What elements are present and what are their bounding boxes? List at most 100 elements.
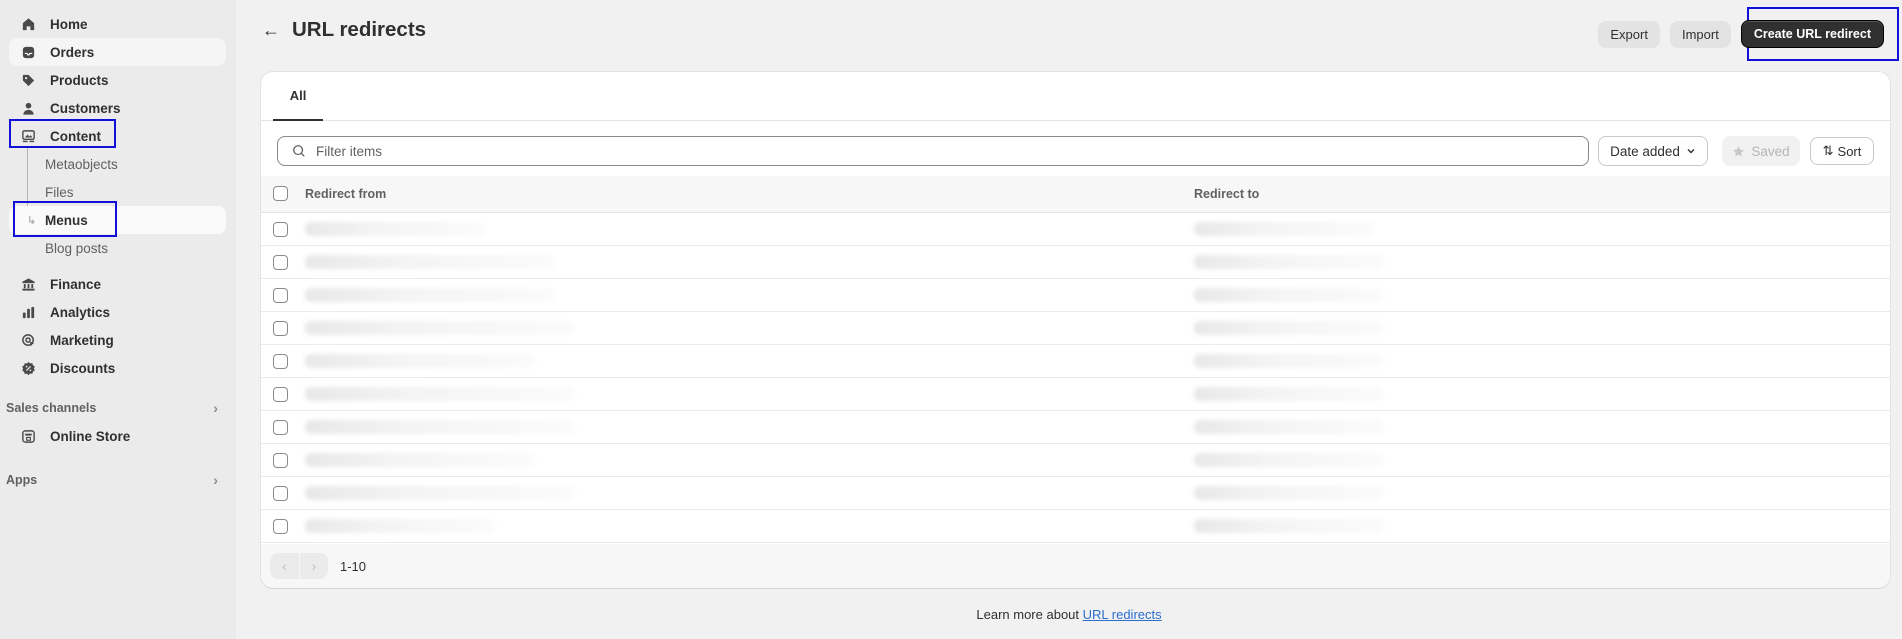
row-checkbox[interactable] <box>273 254 288 270</box>
table-row[interactable] <box>261 212 1890 245</box>
saved-button: Saved <box>1722 136 1800 166</box>
redirect-to-cell <box>1194 278 1890 311</box>
sidebar-item-online-store[interactable]: Online Store <box>9 422 226 450</box>
create-url-redirect-button[interactable]: Create URL redirect <box>1740 20 1884 48</box>
table-row[interactable] <box>261 278 1890 311</box>
tree-arrow-icon: ↳ <box>27 214 37 227</box>
export-button[interactable]: Export <box>1598 20 1660 48</box>
section-label: Apps <box>6 473 38 487</box>
table-row[interactable] <box>261 377 1890 410</box>
date-added-label: Date added <box>1610 143 1680 159</box>
redirect-from-cell <box>305 311 1194 344</box>
sidebar-item-products[interactable]: Products <box>9 66 226 94</box>
sidebar-item-label: Marketing <box>50 332 114 348</box>
redirect-to-cell <box>1194 443 1890 476</box>
row-checkbox[interactable] <box>273 287 288 303</box>
table-row[interactable] <box>261 509 1890 542</box>
redirect-to-cell <box>1194 377 1890 410</box>
date-added-select[interactable]: Date added <box>1598 136 1708 166</box>
row-checkbox[interactable] <box>273 221 288 237</box>
sidebar-item-files[interactable]: Files <box>9 178 226 206</box>
table-row[interactable] <box>261 245 1890 278</box>
target-icon <box>20 332 36 348</box>
row-checkbox[interactable] <box>273 485 288 501</box>
url-redirects-help-link[interactable]: URL redirects <box>1083 607 1162 622</box>
redirect-from-cell <box>305 344 1194 377</box>
section-label: Sales channels <box>6 401 97 415</box>
redacted-text <box>305 453 535 468</box>
redirect-to-cell <box>1194 311 1890 344</box>
redirect-from-cell <box>305 410 1194 443</box>
inbox-icon <box>20 44 36 60</box>
redacted-text <box>1194 255 1384 270</box>
redacted-text <box>305 222 485 237</box>
sidebar-item-menus[interactable]: ↳ Menus <box>9 206 226 234</box>
row-checkbox[interactable] <box>273 419 288 435</box>
previous-page-button[interactable]: ‹ <box>270 553 299 579</box>
sidebar-item-label: Content <box>50 128 101 144</box>
row-checkbox[interactable] <box>273 452 288 468</box>
sort-arrows-icon: ⇅ <box>1822 143 1834 158</box>
table-row[interactable] <box>261 476 1890 509</box>
bar-chart-icon <box>20 304 36 320</box>
sidebar-item-label: Discounts <box>50 360 116 376</box>
table-row[interactable] <box>261 344 1890 377</box>
table-row[interactable] <box>261 443 1890 476</box>
sidebar-item-label: Customers <box>50 100 121 116</box>
sidebar-item-content[interactable]: Content <box>9 122 226 150</box>
search-input[interactable] <box>316 143 1588 159</box>
sidebar-item-finance[interactable]: Finance <box>9 270 226 298</box>
apps-section[interactable]: Apps › <box>0 466 236 494</box>
next-page-button[interactable]: › <box>299 553 328 579</box>
redirect-from-cell <box>305 443 1194 476</box>
sidebar-item-label: Orders <box>50 44 95 60</box>
table-row[interactable] <box>261 410 1890 443</box>
tag-icon <box>20 72 36 88</box>
redirect-to-cell <box>1194 509 1890 542</box>
sidebar-item-metaobjects[interactable]: Metaobjects <box>9 150 226 178</box>
sidebar-item-label: Online Store <box>50 428 131 444</box>
row-checkbox[interactable] <box>273 320 288 336</box>
sidebar-item-marketing[interactable]: Marketing <box>9 326 226 354</box>
row-checkbox[interactable] <box>273 353 288 369</box>
redirect-to-cell <box>1194 212 1890 245</box>
sort-label: Sort <box>1837 143 1862 159</box>
redacted-text <box>1194 321 1384 336</box>
sidebar-item-orders[interactable]: Orders <box>9 38 226 66</box>
row-checkbox[interactable] <box>273 518 288 534</box>
person-icon <box>20 100 36 116</box>
sidebar-item-label: Files <box>45 184 74 200</box>
sidebar-item-blog-posts[interactable]: Blog posts <box>9 234 226 262</box>
table-row[interactable] <box>261 311 1890 344</box>
redirect-from-cell <box>305 278 1194 311</box>
redacted-text <box>1194 486 1384 501</box>
tab-all[interactable]: All <box>273 72 323 121</box>
chevron-down-icon <box>1687 149 1695 154</box>
select-all-checkbox[interactable] <box>273 186 288 202</box>
sort-button[interactable]: ⇅ Sort <box>1810 137 1874 165</box>
sidebar-item-customers[interactable]: Customers <box>9 94 226 122</box>
column-header-redirect-to: Redirect to <box>1194 186 1260 201</box>
sales-channels-section[interactable]: Sales channels › <box>0 394 236 422</box>
sidebar-item-discounts[interactable]: Discounts <box>9 354 226 382</box>
sidebar-item-analytics[interactable]: Analytics <box>9 298 226 326</box>
filter-toolbar: Date added Saved ⇅ Sort <box>261 121 1890 176</box>
redacted-text <box>305 354 535 369</box>
import-button[interactable]: Import <box>1669 20 1731 48</box>
saved-label: Saved <box>1751 143 1790 159</box>
sidebar: Home Orders Products Customers Content M… <box>0 0 236 639</box>
sidebar-item-home[interactable]: Home <box>9 10 226 38</box>
arrow-left-icon[interactable]: ← <box>262 20 280 41</box>
redirect-from-cell <box>305 245 1194 278</box>
image-content-icon <box>20 128 36 144</box>
search-field[interactable] <box>277 136 1589 166</box>
redirects-card: All Date added Saved ⇅ Sort Redirect fro… <box>261 72 1890 588</box>
redirect-from-cell <box>305 476 1194 509</box>
redirect-to-cell <box>1194 344 1890 377</box>
search-icon <box>293 145 305 157</box>
redirect-to-cell <box>1194 410 1890 443</box>
bank-icon <box>20 276 36 292</box>
redacted-text <box>305 288 555 303</box>
redirect-to-cell <box>1194 476 1890 509</box>
row-checkbox[interactable] <box>273 386 288 402</box>
